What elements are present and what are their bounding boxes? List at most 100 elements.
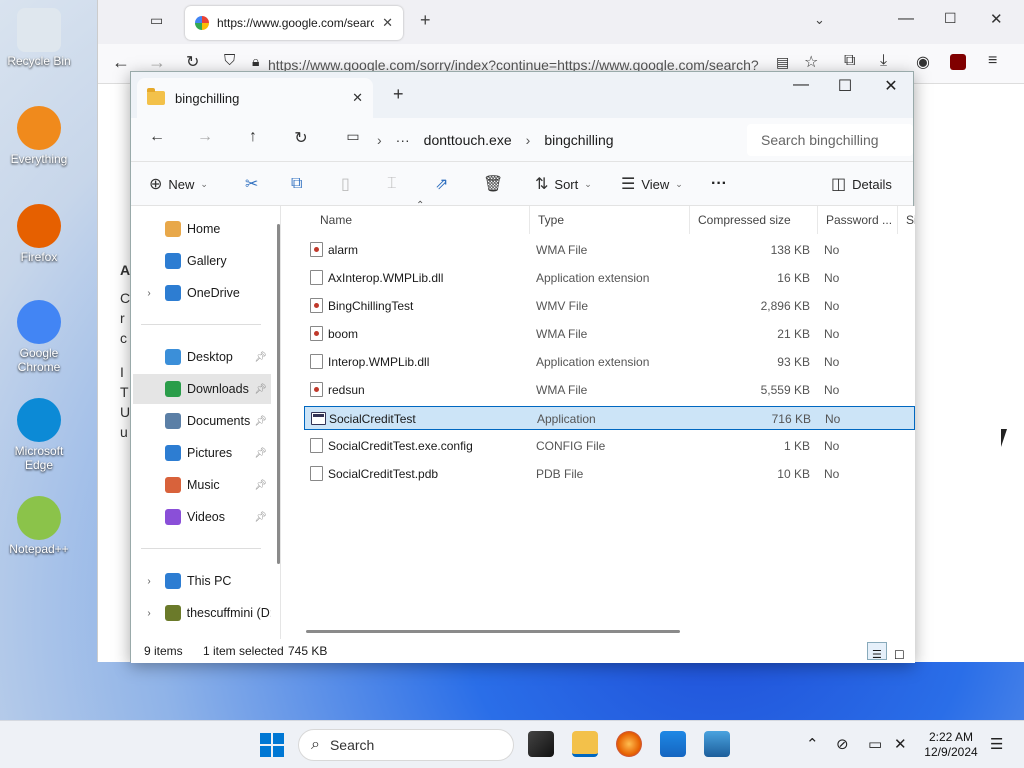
table-row[interactable]: boom WMA File 21 KB No [304, 322, 915, 346]
browser-minimize-icon[interactable]: — [898, 10, 914, 28]
table-row[interactable]: Interop.WMPLib.dll Application extension 9… [304, 350, 915, 374]
table-row[interactable]: BingChillingTest WMV File 2,896 KB No [304, 294, 915, 318]
table-row[interactable]: redsun WMA File 5,559 KB No [304, 378, 915, 402]
explorer-tab[interactable]: bingchilling ✕ [137, 78, 373, 118]
chevron-right-icon[interactable]: › [141, 608, 157, 619]
new-button[interactable]: ⊕ New ⌄ [149, 162, 208, 206]
nav-item[interactable]: Music 📌︎ [133, 470, 271, 500]
table-row[interactable]: AxInterop.WMPLib.dll Application extensio… [304, 266, 915, 290]
tab-list-icon[interactable]: ▭ [150, 12, 163, 29]
nav-item[interactable]: Home [133, 214, 271, 244]
close-window-icon[interactable]: ✕ [871, 76, 911, 96]
horizontal-scrollbar[interactable] [306, 630, 680, 633]
volume-muted-icon[interactable]: ✕ [894, 735, 907, 753]
minimize-icon[interactable]: — [781, 76, 821, 94]
extensions-icon[interactable]: ⧉ [844, 52, 855, 70]
chevron-right-icon[interactable]: › [141, 576, 157, 587]
details-pane-button[interactable]: ◫ Details [831, 162, 892, 206]
table-row[interactable]: SocialCreditTest.pdb PDB File 10 KB No [304, 462, 915, 486]
browser-close-icon[interactable]: ✕ [990, 10, 1003, 28]
table-row[interactable]: SocialCreditTest Application 716 KB No [304, 406, 915, 430]
cut-button[interactable]: ✂ [245, 162, 258, 206]
column-header-size[interactable]: Si [898, 206, 915, 234]
breadcrumb-item[interactable]: bingchilling [544, 132, 613, 148]
store-taskbar-icon[interactable] [660, 731, 686, 757]
tiles-view-button[interactable]: ☐ [889, 642, 909, 662]
up-icon[interactable]: ↑ [241, 128, 265, 146]
start-button[interactable] [260, 733, 284, 757]
reader-view-icon[interactable]: ▤ [776, 54, 789, 71]
column-header-password[interactable]: Password ... [818, 206, 898, 234]
back-icon[interactable]: ← [112, 52, 130, 73]
view-button[interactable]: ☰ View ⌄ [621, 162, 683, 206]
refresh-icon[interactable]: ↻ [289, 128, 313, 148]
desktop-icon[interactable]: Google Chrome [4, 300, 74, 374]
breadcrumb-item[interactable]: donttouch.exe [424, 132, 512, 148]
more-options-button[interactable]: ··· [711, 162, 727, 206]
desktop-icon[interactable]: Microsoft Edge [4, 398, 74, 472]
share-button[interactable]: ⇗ [435, 162, 448, 206]
system-clock[interactable]: 2:22 AM 12/9/2024 [918, 730, 984, 760]
notifications-icon[interactable]: ☰ [990, 735, 1003, 753]
paste-button[interactable]: ▯ [341, 162, 350, 206]
task-view-icon[interactable] [528, 731, 554, 757]
lock-icon[interactable]: 🔒︎ [252, 53, 259, 70]
nav-item[interactable]: Downloads 📌︎ [133, 374, 271, 404]
table-row[interactable]: SocialCreditTest.exe.config CONFIG File 1 … [304, 434, 915, 458]
forward-icon[interactable]: → [148, 52, 166, 73]
chevron-right-icon[interactable]: › [141, 288, 157, 299]
bookmark-star-icon[interactable]: ☆ [804, 52, 818, 72]
copy-button[interactable]: ⧉ [291, 162, 302, 206]
chevron-down-icon: ⌄ [200, 178, 208, 189]
network-off-icon[interactable]: ⊘ [836, 735, 849, 753]
close-tab-icon[interactable]: ✕ [352, 90, 363, 106]
page-text-fragment: A [120, 262, 131, 278]
nav-item[interactable]: Gallery [133, 246, 271, 276]
tab-overflow-chevron-icon[interactable]: ⌄ [814, 12, 825, 28]
close-tab-icon[interactable]: ✕ [382, 15, 393, 31]
details-view-button[interactable]: ☰ [867, 642, 887, 661]
delete-button[interactable]: 🗑︎ [483, 162, 503, 206]
nav-item[interactable]: Documents 📌︎ [133, 406, 271, 436]
account-icon[interactable]: ◉ [916, 52, 930, 72]
file-explorer-taskbar-icon[interactable] [572, 731, 598, 757]
desktop-app-icon [17, 496, 61, 540]
browser-tab[interactable]: https://www.google.com/search ✕ [185, 6, 403, 40]
nav-scrollbar[interactable] [277, 224, 280, 564]
desktop-icon[interactable]: Everything [4, 106, 74, 166]
new-tab-icon[interactable]: + [393, 84, 404, 105]
nav-item[interactable]: Pictures 📌︎ [133, 438, 271, 468]
column-header-type[interactable]: Type [530, 206, 690, 234]
reload-icon[interactable]: ↻ [186, 52, 199, 72]
ublock-icon[interactable] [950, 54, 966, 70]
column-header-compressed-size[interactable]: Compressed size [690, 206, 818, 234]
this-pc-icon[interactable]: ▭ [341, 128, 365, 145]
sort-button[interactable]: ⇅ Sort ⌄ [535, 162, 592, 206]
display-icon[interactable]: ▭ [868, 735, 882, 753]
new-tab-icon[interactable]: + [420, 10, 431, 31]
shield-icon[interactable]: ⛉ [224, 52, 235, 69]
downloads-icon[interactable]: ⤓ [880, 52, 887, 70]
desktop-icon[interactable]: Notepad++ [4, 496, 74, 556]
tray-overflow-chevron-icon[interactable]: ⌃ [806, 735, 819, 753]
column-header-name[interactable]: Name [312, 206, 530, 234]
nav-item[interactable]: › This PC [133, 566, 271, 596]
monitor-app-taskbar-icon[interactable] [704, 731, 730, 757]
desktop-icon[interactable]: Firefox [4, 204, 74, 264]
search-input[interactable]: Search bingchilling [747, 124, 913, 156]
table-row[interactable]: alarm WMA File 138 KB No [304, 238, 915, 262]
menu-icon[interactable]: ≡ [988, 52, 997, 70]
maximize-icon[interactable]: ☐ [825, 76, 865, 96]
taskbar-search[interactable]: ⌕ Search [298, 729, 514, 761]
breadcrumb-overflow-icon[interactable]: ··· [396, 132, 410, 148]
desktop-icon[interactable]: Recycle Bin [4, 8, 74, 68]
browser-maximize-icon[interactable]: ☐ [944, 10, 957, 27]
nav-item[interactable]: Desktop 📌︎ [133, 342, 271, 372]
forward-icon[interactable]: → [193, 128, 217, 146]
firefox-taskbar-icon[interactable] [616, 731, 642, 757]
nav-item[interactable]: › thescuffmini (D: [133, 598, 271, 628]
nav-item[interactable]: Videos 📌︎ [133, 502, 271, 532]
rename-button[interactable]: ⌶ [387, 162, 397, 206]
back-icon[interactable]: ← [145, 128, 169, 146]
nav-item[interactable]: › OneDrive [133, 278, 271, 308]
